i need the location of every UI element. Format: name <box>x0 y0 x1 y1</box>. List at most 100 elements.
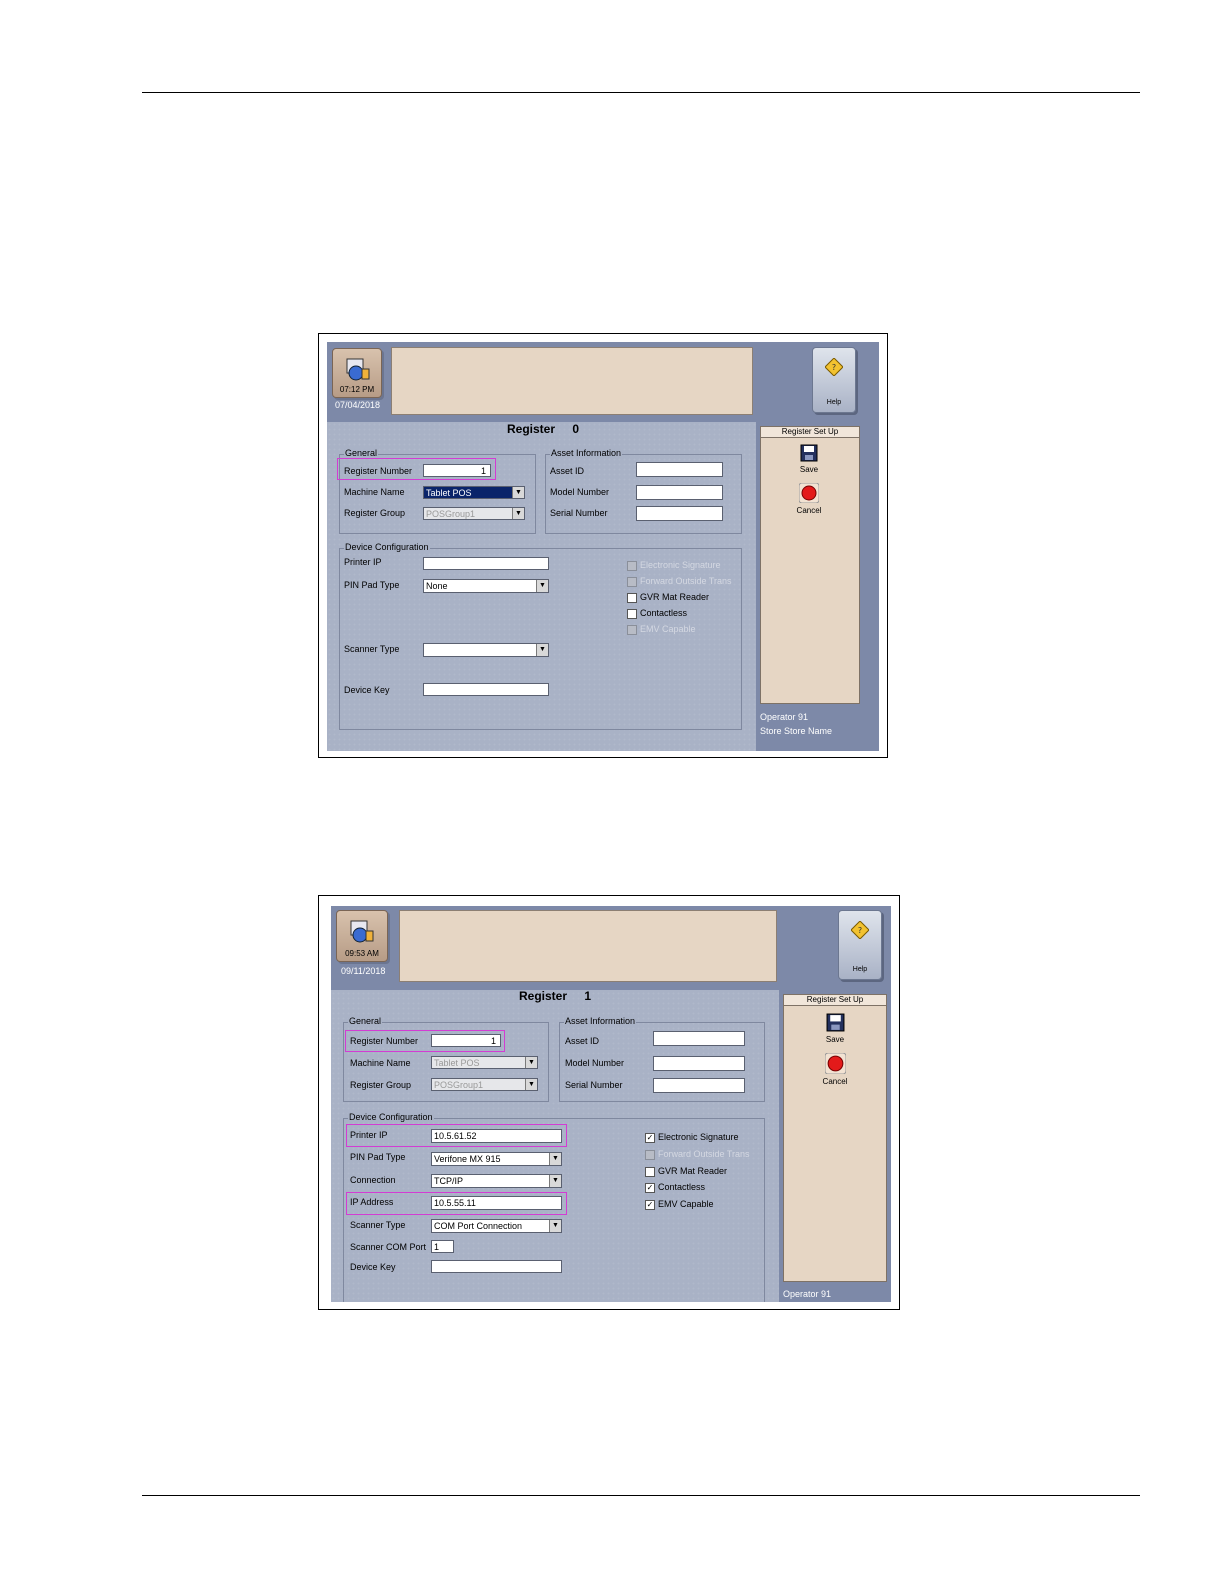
register-id: 1 <box>584 989 592 1003</box>
svg-text:?: ? <box>858 926 862 935</box>
help-label: Help <box>852 966 868 973</box>
register-group-select[interactable]: POSGroup1 ▼ <box>423 507 525 520</box>
title-label: Register <box>507 422 556 436</box>
header-rule <box>142 92 1140 93</box>
connection-select[interactable]: TCP/IP ▼ <box>431 1174 562 1188</box>
pin-pad-type-select[interactable]: Verifone MX 915 ▼ <box>431 1152 562 1166</box>
printer-ip-label: Printer IP <box>344 557 382 567</box>
store-status: Store Store Name <box>760 726 833 736</box>
emv-capable-checkbox[interactable]: ✓ <box>645 1200 655 1210</box>
machine-name-select[interactable]: Tablet POS ▼ <box>431 1056 538 1069</box>
forward-outside-trans-checkbox[interactable] <box>645 1150 655 1160</box>
forward-outside-trans-checkbox[interactable] <box>627 577 637 587</box>
save-button-label[interactable]: Save <box>815 1035 855 1044</box>
connection-label: Connection <box>350 1175 396 1185</box>
chevron-down-icon: ▼ <box>549 1175 561 1187</box>
message-area <box>399 910 777 982</box>
cancel-icon[interactable] <box>799 483 819 503</box>
clock-button[interactable]: 07:12 PM <box>332 348 382 398</box>
register-group-label: Register Group <box>344 508 406 518</box>
contactless-checkbox[interactable]: ✓ <box>645 1183 655 1193</box>
model-number-input[interactable] <box>653 1056 745 1071</box>
chevron-down-icon: ▼ <box>525 1057 537 1068</box>
cancel-button-label[interactable]: Cancel <box>789 506 829 515</box>
cancel-icon[interactable] <box>825 1053 846 1074</box>
pin-pad-type-value: Verifone MX 915 <box>434 1154 501 1164</box>
emv-capable-checkbox[interactable] <box>627 625 637 635</box>
printer-ip-input[interactable]: 10.5.61.52 <box>431 1129 562 1143</box>
register-number-input[interactable]: 1 <box>431 1034 501 1047</box>
scanner-type-label: Scanner Type <box>344 644 400 654</box>
asset-info-group-label: Asset Information <box>564 1016 637 1026</box>
electronic-signature-label: Electronic Signature <box>640 560 721 570</box>
clock-time: 07:12 PM <box>339 385 375 394</box>
clock-register-icon <box>350 920 374 943</box>
asset-id-label: Asset ID <box>550 466 585 476</box>
clock-register-icon <box>346 358 370 381</box>
connection-value: TCP/IP <box>434 1176 464 1186</box>
chevron-down-icon: ▼ <box>549 1153 561 1165</box>
save-icon[interactable] <box>826 1013 845 1032</box>
screenshot-frame-1: 07:12 PM 07/04/2018 ? Help Register 0 Ge… <box>318 333 888 758</box>
register-number-label: Register Number <box>350 1036 419 1046</box>
asset-id-input[interactable] <box>636 462 723 477</box>
save-icon[interactable] <box>800 444 818 462</box>
register-setup-title: Register Set Up <box>761 427 859 438</box>
scanner-com-port-input[interactable]: 1 <box>431 1240 454 1253</box>
forward-outside-trans-label: Forward Outside Trans <box>658 1149 750 1159</box>
machine-name-value: Tablet POS <box>426 488 472 498</box>
electronic-signature-checkbox[interactable] <box>627 561 637 571</box>
pin-pad-type-label: PIN Pad Type <box>344 580 400 590</box>
contactless-checkbox[interactable] <box>627 609 637 619</box>
gvr-mat-reader-checkbox[interactable] <box>627 593 637 603</box>
register-group-value: POSGroup1 <box>426 509 476 519</box>
serial-number-label: Serial Number <box>565 1080 623 1090</box>
device-key-input[interactable] <box>423 683 549 696</box>
pin-pad-type-select[interactable]: None ▼ <box>423 579 549 593</box>
contactless-label: Contactless <box>658 1182 706 1192</box>
register-setup-panel: Register Set Up Save Cancel <box>783 994 887 1282</box>
device-key-input[interactable] <box>431 1260 562 1273</box>
help-icon: ? <box>825 358 843 376</box>
screenshot-frame-2: 09:53 AM 09/11/2018 ? Help Register 1 Ge… <box>318 895 900 1310</box>
register-screen-2: 09:53 AM 09/11/2018 ? Help Register 1 Ge… <box>331 906 891 1302</box>
chevron-down-icon: ▼ <box>536 580 548 592</box>
emv-capable-label: EMV Capable <box>640 624 696 634</box>
asset-info-group-label: Asset Information <box>550 448 623 458</box>
ip-address-input[interactable]: 10.5.55.11 <box>431 1196 562 1210</box>
clock-time: 09:53 AM <box>345 949 379 958</box>
serial-number-label: Serial Number <box>550 508 608 518</box>
device-key-label: Device Key <box>350 1262 396 1272</box>
general-group-label: General <box>348 1016 383 1026</box>
model-number-input[interactable] <box>636 485 723 500</box>
cancel-button-label[interactable]: Cancel <box>815 1077 855 1086</box>
date-display: 07/04/2018 <box>335 400 381 410</box>
title-label: Register <box>519 989 568 1003</box>
serial-number-input[interactable] <box>636 506 723 521</box>
message-area <box>391 347 753 415</box>
gvr-mat-reader-checkbox[interactable] <box>645 1167 655 1177</box>
general-group-label: General <box>344 448 379 458</box>
scanner-type-select[interactable]: ▼ <box>423 643 549 657</box>
register-setup-panel: Register Set Up Save Cancel <box>760 426 860 704</box>
help-icon: ? <box>851 921 869 939</box>
chevron-down-icon: ▼ <box>525 1079 537 1090</box>
register-group-select[interactable]: POSGroup1 ▼ <box>431 1078 538 1091</box>
register-number-input[interactable]: 1 <box>423 464 491 477</box>
asset-id-label: Asset ID <box>565 1036 600 1046</box>
save-button-label[interactable]: Save <box>789 465 829 474</box>
electronic-signature-checkbox[interactable]: ✓ <box>645 1133 655 1143</box>
device-key-label: Device Key <box>344 685 390 695</box>
emv-capable-label: EMV Capable <box>658 1199 714 1209</box>
page-title: Register 1 <box>519 989 591 1003</box>
help-button[interactable]: ? Help <box>838 910 882 980</box>
machine-name-select[interactable]: Tablet POS ▼ <box>423 486 525 499</box>
asset-id-input[interactable] <box>653 1031 745 1046</box>
clock-button[interactable]: 09:53 AM <box>336 910 388 962</box>
help-button[interactable]: ? Help <box>812 347 856 413</box>
serial-number-input[interactable] <box>653 1078 745 1093</box>
scanner-com-port-label: Scanner COM Port <box>350 1242 427 1252</box>
scanner-type-select[interactable]: COM Port Connection ▼ <box>431 1219 562 1233</box>
printer-ip-input[interactable] <box>423 557 549 570</box>
register-setup-title: Register Set Up <box>784 995 886 1006</box>
